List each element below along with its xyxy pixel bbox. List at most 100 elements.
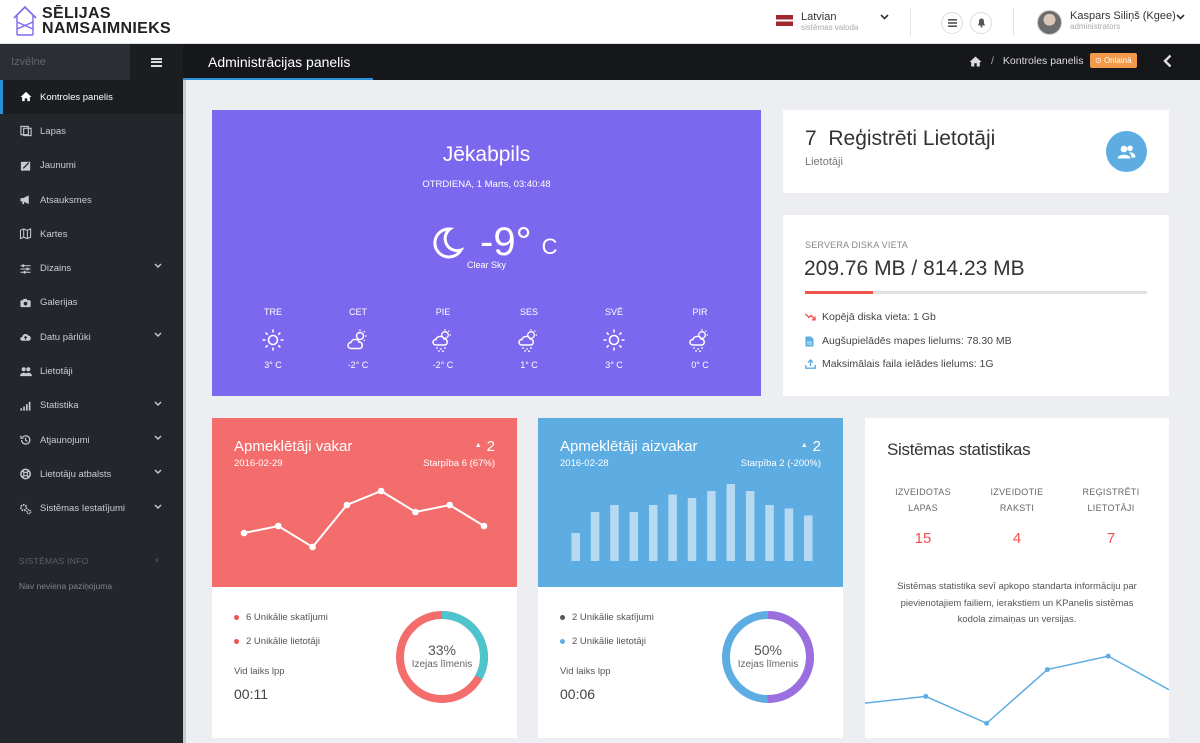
sidebar-item-label: Kartes xyxy=(40,228,68,240)
sidebar-item-kontroles-panelis[interactable]: Kontroles panelis xyxy=(0,80,183,115)
chart-bar[interactable] xyxy=(726,484,736,561)
weather-date: OTRDIENA, 1 Marts, 03:40:48 xyxy=(422,179,551,190)
chart-bar[interactable] xyxy=(668,494,677,562)
sidebar-item-label: Datu pārlūki xyxy=(40,331,91,343)
forecast-temp: 3° C xyxy=(605,360,623,370)
stat-value: 7 xyxy=(1106,530,1116,547)
system-info: SISTĒMAS INFO × Nav neviena paziņojuma xyxy=(19,556,164,591)
forecast-temp: 1° C xyxy=(520,360,538,370)
list-icon xyxy=(947,19,957,27)
chart-bar[interactable] xyxy=(765,505,774,561)
sidebar-item-label: Atjaunojumi xyxy=(40,434,90,446)
chart-bar[interactable] xyxy=(804,515,813,562)
system-info-close-icon[interactable]: × xyxy=(154,556,159,565)
sidebar-item-lietotaju-atbalsts[interactable]: Lietotāju atbalsts xyxy=(0,457,183,491)
language-sub: sistēmas valoda xyxy=(801,23,859,32)
chart-bar[interactable] xyxy=(610,505,619,561)
visitors-diff: Starpība 6 (67%) xyxy=(423,458,495,469)
divider xyxy=(1013,8,1014,36)
chart-series-line xyxy=(865,655,1169,725)
chart-bar[interactable] xyxy=(648,505,658,561)
avg-time-label: Vid laiks lpp xyxy=(560,666,611,677)
sidebar-item-dizains[interactable]: Dizains xyxy=(0,251,183,285)
visitors-yesterday-header: Apmeklētāji vakar 2016-02-29 ▲ 2 Starpība… xyxy=(212,418,517,587)
moon-icon xyxy=(433,226,464,258)
chevron-down-icon xyxy=(154,504,162,509)
sidebar-item-sistemas-iestatijumi[interactable]: Sistēmas Iestatījumi xyxy=(0,492,183,526)
chart-point[interactable] xyxy=(240,529,248,537)
chart-point[interactable] xyxy=(412,508,419,516)
exit-rate-percent: 33% xyxy=(427,642,457,658)
collapse-chevron-left-icon[interactable] xyxy=(1163,54,1172,68)
chart-point[interactable] xyxy=(1044,667,1050,673)
forecast-temp: 0° C xyxy=(691,360,709,370)
avatar xyxy=(1037,10,1062,35)
forecast-day: CET -2° C xyxy=(338,307,378,370)
disk-value: 209.76 MB / 814.23 MB xyxy=(804,257,1025,280)
scrollbar[interactable] xyxy=(183,80,186,743)
forecast-temp: -2° C xyxy=(432,360,454,370)
chart-bar[interactable] xyxy=(687,498,697,561)
sidebar-item-lapas[interactable]: Lapas xyxy=(0,114,183,148)
sidebar-item-kartes[interactable]: Kartes xyxy=(0,217,183,251)
registered-users-sub: Lietotāji xyxy=(805,156,843,168)
chart-point[interactable] xyxy=(274,522,282,530)
forecast-day: PIE -2° C xyxy=(423,307,463,370)
stat-pages: IZVEIDOTAS LAPAS 15 xyxy=(873,484,973,547)
disk-line-uploads-text: Augšupielādēs mapes lielums: 78.30 MB xyxy=(822,335,1012,347)
sidebar-item-label: Kontroles panelis xyxy=(40,91,113,103)
user-chevron-down-icon[interactable] xyxy=(1176,14,1185,20)
visitors-title: Apmeklētāji vakar xyxy=(234,438,353,455)
sliders-icon xyxy=(20,264,31,274)
sidebar-item-label: Lapas xyxy=(40,125,66,137)
language-chevron-down-icon[interactable] xyxy=(880,14,889,20)
chart-bar[interactable] xyxy=(571,533,580,561)
sidebar-item-atsauksmes[interactable]: Atsauksmes xyxy=(0,183,183,217)
weather-city: Jēkabpils xyxy=(442,143,531,166)
notifications-button[interactable] xyxy=(970,12,992,34)
breadcrumb-current[interactable]: Kontroles panelis xyxy=(1003,55,1084,67)
sidebar-item-galerijas[interactable]: Galerijas xyxy=(0,286,183,320)
chart-point[interactable] xyxy=(1105,653,1111,659)
chart-point[interactable] xyxy=(377,487,385,495)
visitors-date: 2016-02-28 xyxy=(560,458,609,469)
stat-label: IZVEIDOTAS LAPAS xyxy=(895,487,951,513)
chart-point[interactable] xyxy=(309,543,316,551)
logo[interactable]: SĒLIJAS NAMSAIMNIEKS xyxy=(12,4,171,38)
language-selector[interactable]: Latvian sistēmas valoda xyxy=(776,11,858,32)
legend-item: 2 Unikālie skatījumi xyxy=(560,612,654,623)
user-menu[interactable]: Kaspars Siliņš (Kgee) administrators xyxy=(1037,10,1176,35)
chart-bar[interactable] xyxy=(629,512,639,561)
chart-bar[interactable] xyxy=(745,491,755,561)
history-icon xyxy=(20,435,31,445)
chart-point[interactable] xyxy=(923,693,929,699)
home-icon[interactable] xyxy=(969,56,982,67)
system-info-text: Nav neviena paziņojuma xyxy=(19,581,113,591)
chart-bar[interactable] xyxy=(784,508,794,562)
forecast-day: TRE 3° C xyxy=(253,307,293,370)
menu-toggle-button[interactable] xyxy=(130,44,183,80)
chart-point[interactable] xyxy=(343,501,351,509)
status-badge-label: Onlainā xyxy=(1103,56,1132,65)
status-badge-icon: ⊙ xyxy=(1095,56,1104,65)
chart-point[interactable] xyxy=(984,720,990,726)
sidebar-item-label: Jaunumi xyxy=(40,160,76,172)
top-bar: SĒLIJAS NAMSAIMNIEKS Latvian sistēmas va… xyxy=(0,0,1200,44)
chart-bar[interactable] xyxy=(707,491,716,561)
messages-button[interactable] xyxy=(941,12,963,34)
visitors-diff: Starpība 2 (-200%) xyxy=(740,458,821,469)
sidebar-item-jaunumi[interactable]: Jaunumi xyxy=(0,149,183,183)
forecast-day: SVĒ 3° C xyxy=(594,307,634,370)
forecast-temp: -2° C xyxy=(347,360,369,370)
chart-point[interactable] xyxy=(480,522,488,530)
sidebar-item-lietotaji[interactable]: Lietotāji xyxy=(0,354,183,388)
sidebar-search[interactable]: Izvēlne xyxy=(0,44,130,80)
users-badge xyxy=(1106,131,1147,172)
chart-point[interactable] xyxy=(446,501,454,509)
disk-progress-bar xyxy=(805,291,1147,294)
sidebar-item-atjaunojumi[interactable]: Atjaunojumi xyxy=(0,423,183,457)
chart-bar[interactable] xyxy=(590,512,600,561)
sidebar-item-datu-parluki[interactable]: Datu pārlūki xyxy=(0,320,183,354)
sidebar-item-statistika[interactable]: Statistika xyxy=(0,389,183,423)
users-icon xyxy=(20,366,32,376)
